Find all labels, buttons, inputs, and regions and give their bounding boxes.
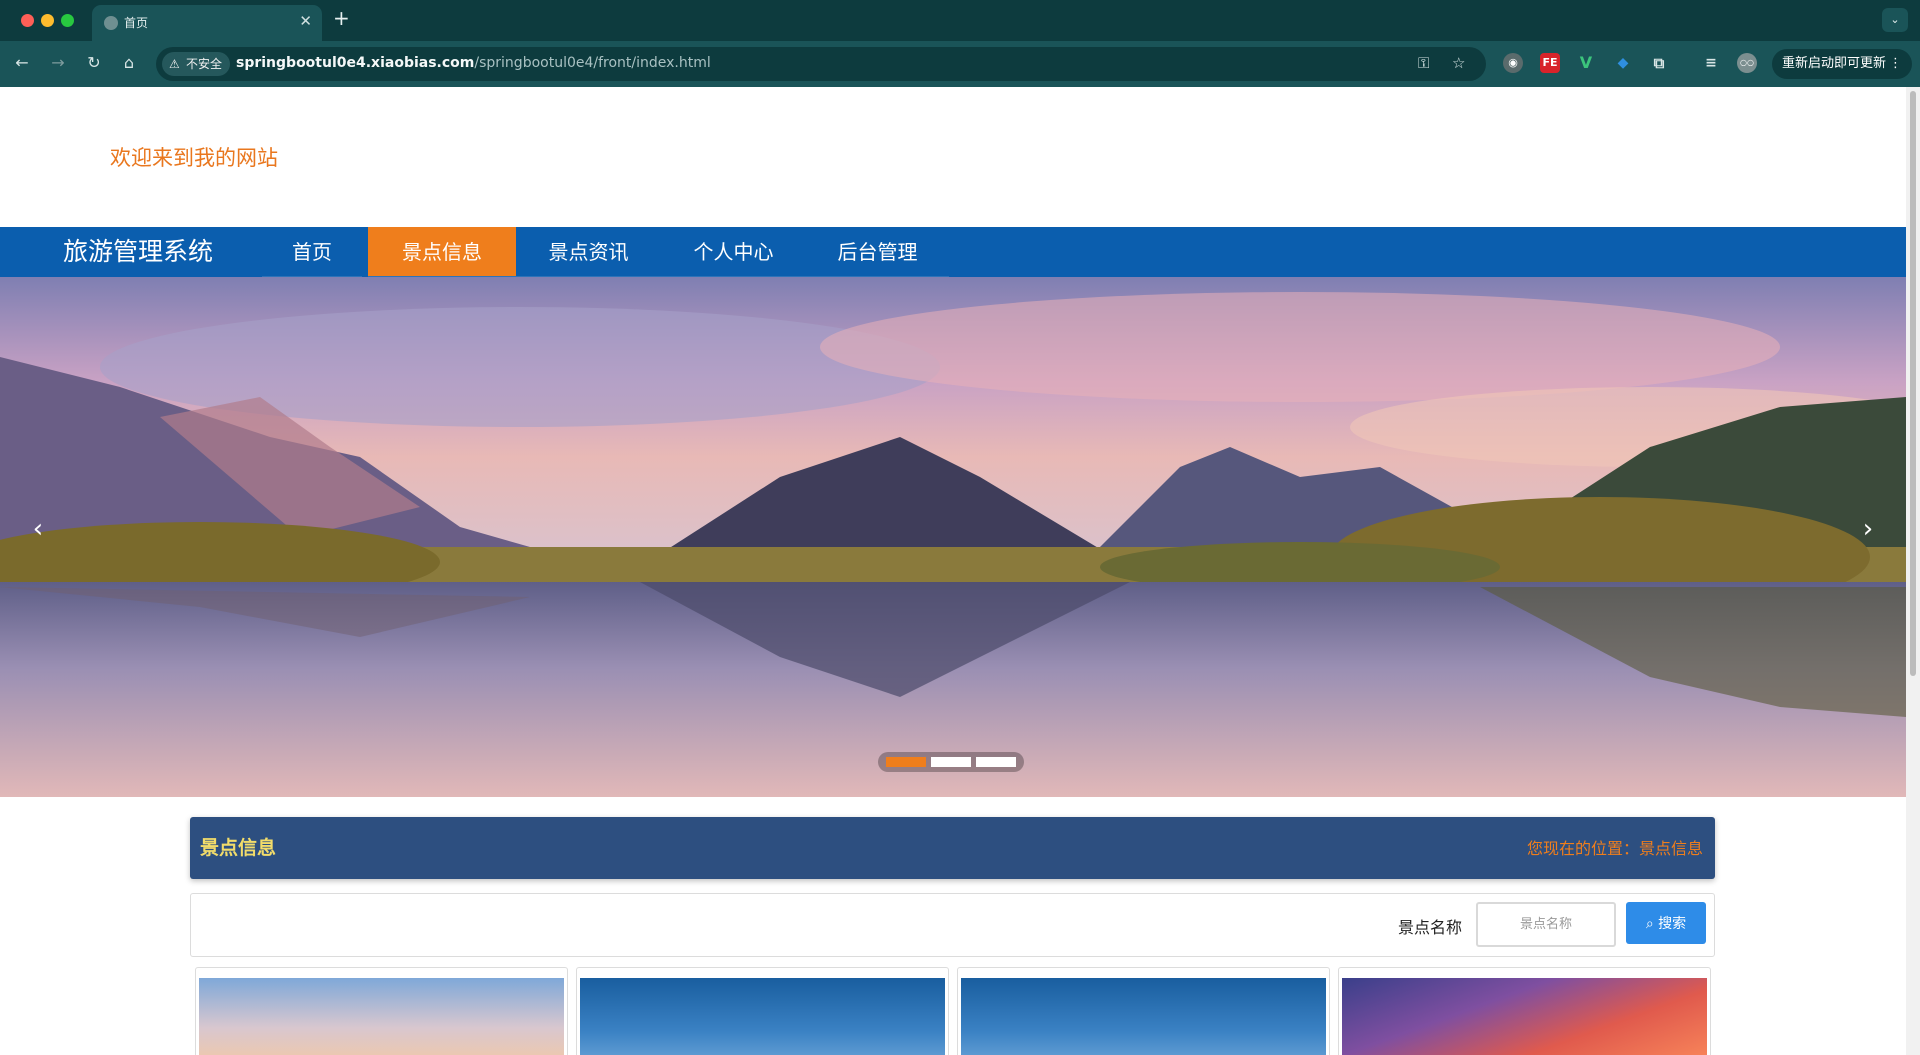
url-text[interactable]: springbootul0e4.xiaobias.com/springbootu… xyxy=(236,55,711,71)
nav-item-user-center[interactable]: 个人中心 xyxy=(661,227,806,277)
card-image xyxy=(580,978,945,1055)
section-title: 景点信息 xyxy=(200,837,277,859)
scenic-card[interactable] xyxy=(195,967,568,1055)
welcome-text: 欢迎来到我的网站 xyxy=(110,146,278,170)
home-icon[interactable]: ⌂ xyxy=(117,51,141,75)
search-bar: 景点名称 ⌕ 搜索 xyxy=(190,893,1715,957)
more-menu-icon[interactable]: ⋮ xyxy=(1889,49,1902,79)
extension-fe-icon[interactable]: FE xyxy=(1540,53,1560,73)
extension-v-icon[interactable]: V xyxy=(1576,53,1596,73)
carousel-dot[interactable] xyxy=(931,757,971,767)
puzzle-icon[interactable]: ⧉ xyxy=(1649,53,1669,73)
security-chip[interactable]: ⚠ 不安全 xyxy=(162,52,231,76)
section-header: 景点信息 您现在的位置：景点信息 xyxy=(190,817,1715,879)
reading-list-icon[interactable]: ≡ xyxy=(1701,53,1721,73)
url-path: /springbootul0e4/front/index.html xyxy=(474,55,711,71)
profile-avatar-icon[interactable]: ○○ xyxy=(1737,53,1757,73)
back-arrow-icon[interactable]: ← xyxy=(10,51,34,75)
scrollbar-thumb[interactable] xyxy=(1910,91,1916,676)
window-minimize-button[interactable] xyxy=(41,14,54,27)
search-button-label: 搜索 xyxy=(1658,916,1687,932)
browser-toolbar: ← → ↻ ⌂ ⚠ 不安全 springbootul0e4.xiaobias.c… xyxy=(0,41,1920,87)
warning-icon: ⚠ xyxy=(169,57,180,71)
extension-icon[interactable]: ◉ xyxy=(1503,53,1523,73)
chevron-right-icon[interactable]: › xyxy=(1853,514,1883,544)
window-maximize-button[interactable] xyxy=(61,14,74,27)
browser-tabbar: 首页 ✕ + ⌄ xyxy=(0,0,1920,41)
scenic-card[interactable] xyxy=(576,967,949,1055)
page-viewport: 欢迎来到我的网站 旅游管理系统 首页 景点信息 景点资讯 个人中心 后台管理 ‹… xyxy=(0,87,1906,1055)
globe-icon xyxy=(104,16,118,30)
key-icon[interactable]: ⚿ xyxy=(1418,54,1429,72)
page-scrollbar[interactable] xyxy=(1906,87,1920,1055)
window-close-button[interactable] xyxy=(21,14,34,27)
scenic-card[interactable] xyxy=(957,967,1330,1055)
landscape-image xyxy=(0,277,1906,797)
chevron-down-icon[interactable]: ⌄ xyxy=(1882,8,1908,32)
star-icon[interactable]: ☆ xyxy=(1452,54,1465,72)
nav-item-home[interactable]: 首页 xyxy=(262,227,362,277)
carousel-dot[interactable] xyxy=(976,757,1016,767)
nav-item-scenic-info[interactable]: 景点信息 xyxy=(368,227,516,277)
main-navbar: 旅游管理系统 首页 景点信息 景点资讯 个人中心 后台管理 xyxy=(0,227,1906,277)
extension-pin-icon[interactable]: ◆ xyxy=(1613,53,1633,73)
new-tab-button[interactable]: + xyxy=(333,8,350,28)
close-icon[interactable]: ✕ xyxy=(299,12,312,30)
hero-carousel[interactable]: ‹ › xyxy=(0,277,1906,797)
nav-item-admin[interactable]: 后台管理 xyxy=(806,227,949,277)
scenic-card[interactable] xyxy=(1338,967,1711,1055)
chevron-left-icon[interactable]: ‹ xyxy=(23,514,53,544)
browser-tab[interactable]: 首页 ✕ xyxy=(92,5,322,41)
url-host: springbootul0e4.xiaobias.com xyxy=(236,55,475,71)
search-label: 景点名称 xyxy=(1398,918,1463,937)
search-input[interactable] xyxy=(1476,902,1616,947)
breadcrumb: 您现在的位置：景点信息 xyxy=(1526,839,1703,858)
card-image xyxy=(199,978,564,1055)
card-image xyxy=(961,978,1326,1055)
nav-item-scenic-news[interactable]: 景点资讯 xyxy=(516,227,661,277)
address-bar[interactable]: ⚠ 不安全 springbootul0e4.xiaobias.com/sprin… xyxy=(156,47,1486,81)
update-button-label: 重新启动即可更新 xyxy=(1782,56,1887,71)
card-image xyxy=(1342,978,1707,1055)
carousel-indicators xyxy=(878,752,1024,772)
site-brand: 旅游管理系统 xyxy=(63,237,214,266)
security-label: 不安全 xyxy=(186,57,223,71)
forward-arrow-icon[interactable]: → xyxy=(46,51,70,75)
tab-title: 首页 xyxy=(124,16,149,30)
reload-icon[interactable]: ↻ xyxy=(82,51,106,75)
update-button[interactable]: 重新启动即可更新 ⋮ xyxy=(1772,49,1912,79)
carousel-dot[interactable] xyxy=(886,757,926,767)
search-button[interactable]: ⌕ 搜索 xyxy=(1626,902,1706,944)
search-icon: ⌕ xyxy=(1645,916,1654,932)
